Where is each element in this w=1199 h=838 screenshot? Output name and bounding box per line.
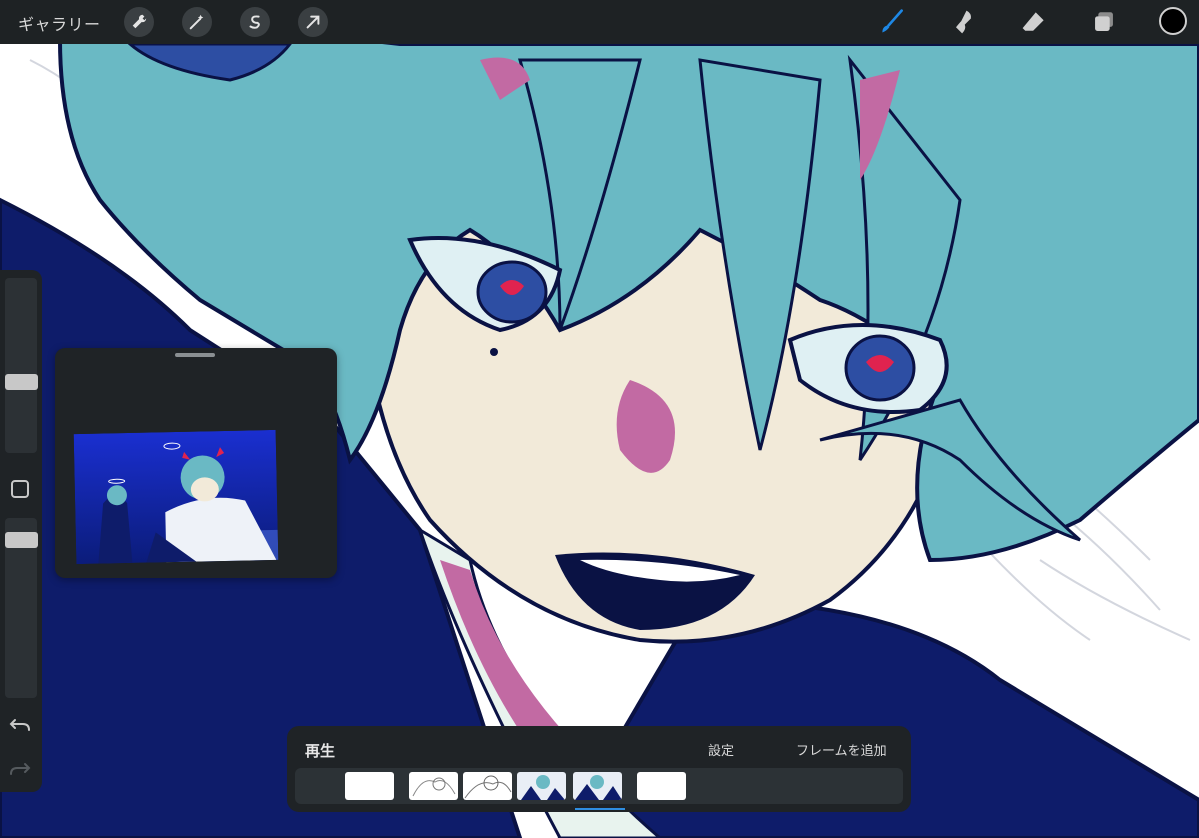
timeline-frame[interactable] <box>409 772 458 800</box>
gallery-button[interactable]: ギャラリー <box>18 11 101 35</box>
timeline-frame[interactable] <box>345 772 394 800</box>
brush-size-thumb[interactable] <box>5 374 38 390</box>
animation-assist-panel: 再生 設定 フレームを追加 <box>287 726 911 812</box>
add-frame-button[interactable]: フレームを追加 <box>796 740 887 759</box>
brush-size-slider[interactable] <box>5 278 37 453</box>
wrench-icon[interactable] <box>124 7 154 37</box>
timeline-frame[interactable] <box>517 772 566 800</box>
reference-image <box>73 429 279 565</box>
timeline-frame[interactable] <box>637 772 686 800</box>
selected-frame-indicator <box>575 808 625 810</box>
color-picker-button[interactable] <box>1159 7 1187 35</box>
eraser-icon[interactable] <box>1018 6 1050 38</box>
left-sidebar <box>0 270 42 792</box>
layers-icon[interactable] <box>1088 6 1120 38</box>
top-toolbar: ギャラリー <box>0 0 1199 44</box>
smudge-icon[interactable] <box>947 6 979 38</box>
undo-icon[interactable] <box>9 714 31 736</box>
transform-arrow-icon[interactable] <box>298 7 328 37</box>
frame-timeline[interactable] <box>295 768 903 804</box>
reference-window[interactable] <box>55 348 337 578</box>
redo-icon[interactable] <box>9 758 31 780</box>
timeline-frame-selected[interactable] <box>573 772 622 800</box>
brush-icon[interactable] <box>876 6 908 38</box>
reference-drag-handle[interactable] <box>175 353 215 357</box>
selection-icon[interactable] <box>240 7 270 37</box>
timeline-frame[interactable] <box>463 772 512 800</box>
settings-button[interactable]: 設定 <box>708 740 734 759</box>
opacity-thumb[interactable] <box>5 532 38 548</box>
play-button[interactable]: 再生 <box>305 740 335 761</box>
magic-wand-icon[interactable] <box>182 7 212 37</box>
modify-button[interactable] <box>11 480 29 498</box>
